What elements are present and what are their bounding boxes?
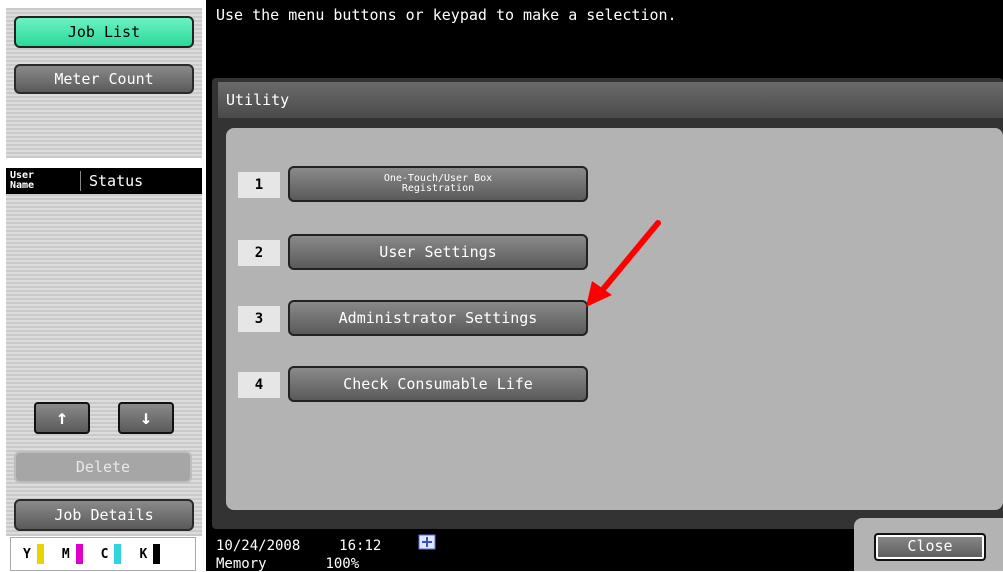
menu-number-4: 4	[238, 372, 280, 398]
check-consumable-life-button[interactable]: Check Consumable Life	[288, 366, 588, 402]
column-status: Status	[89, 172, 144, 190]
job-list-area	[6, 194, 202, 536]
menu-label-1: One-Touch/User Box Registration	[383, 173, 493, 194]
red-arrow-annotation	[586, 220, 661, 307]
memory-label: Memory	[216, 556, 267, 572]
job-list-header: User Name Status	[6, 168, 202, 194]
job-list-button[interactable]: Job List	[14, 16, 194, 48]
menu-number-2: 2	[238, 240, 280, 266]
instruction-message: Use the menu buttons or keypad to make a…	[216, 6, 677, 24]
status-time: 16:12	[339, 538, 382, 554]
scroll-up-button[interactable]: ↑	[34, 402, 90, 434]
menu-label-2: User Settings	[379, 243, 497, 261]
administrator-settings-button[interactable]: Administrator Settings	[288, 300, 588, 336]
toner-k-bar	[153, 544, 161, 564]
close-button[interactable]: Close	[874, 533, 986, 561]
meter-count-button[interactable]: Meter Count	[14, 64, 194, 94]
menu-label-3: Administrator Settings	[338, 309, 538, 327]
delete-button[interactable]: Delete	[14, 451, 192, 483]
memory-value: 100%	[325, 556, 360, 572]
menu-number-3: 3	[238, 306, 280, 332]
toner-c-bar	[114, 544, 122, 564]
column-user-name: User Name	[6, 171, 81, 191]
status-info: 10/24/2008 16:12 Memory 100%	[216, 539, 381, 571]
arrow-up-icon: ↑	[55, 405, 69, 429]
job-details-button[interactable]: Job Details	[14, 499, 194, 531]
toner-y-label: Y	[23, 546, 31, 562]
scroll-down-button[interactable]: ↓	[118, 402, 174, 434]
status-date: 10/24/2008	[216, 538, 301, 554]
menu-label-4: Check Consumable Life	[343, 375, 533, 393]
toner-m-label: M	[61, 546, 70, 562]
user-settings-button[interactable]: User Settings	[288, 234, 588, 270]
toner-c-label: C	[100, 546, 109, 562]
one-touch-user-box-button[interactable]: One-Touch/User Box Registration	[288, 166, 588, 202]
message-bar: Use the menu buttons or keypad to make a…	[206, 0, 1003, 74]
toner-m-bar	[75, 544, 83, 564]
toner-k-label: K	[139, 546, 148, 562]
toner-y-bar	[36, 544, 44, 564]
toner-levels: Y M C K	[10, 537, 196, 571]
arrow-down-icon: ↓	[139, 405, 153, 429]
network-icon	[418, 534, 436, 550]
panel-title: Utility	[218, 82, 1003, 118]
menu-number-1: 1	[238, 172, 280, 198]
